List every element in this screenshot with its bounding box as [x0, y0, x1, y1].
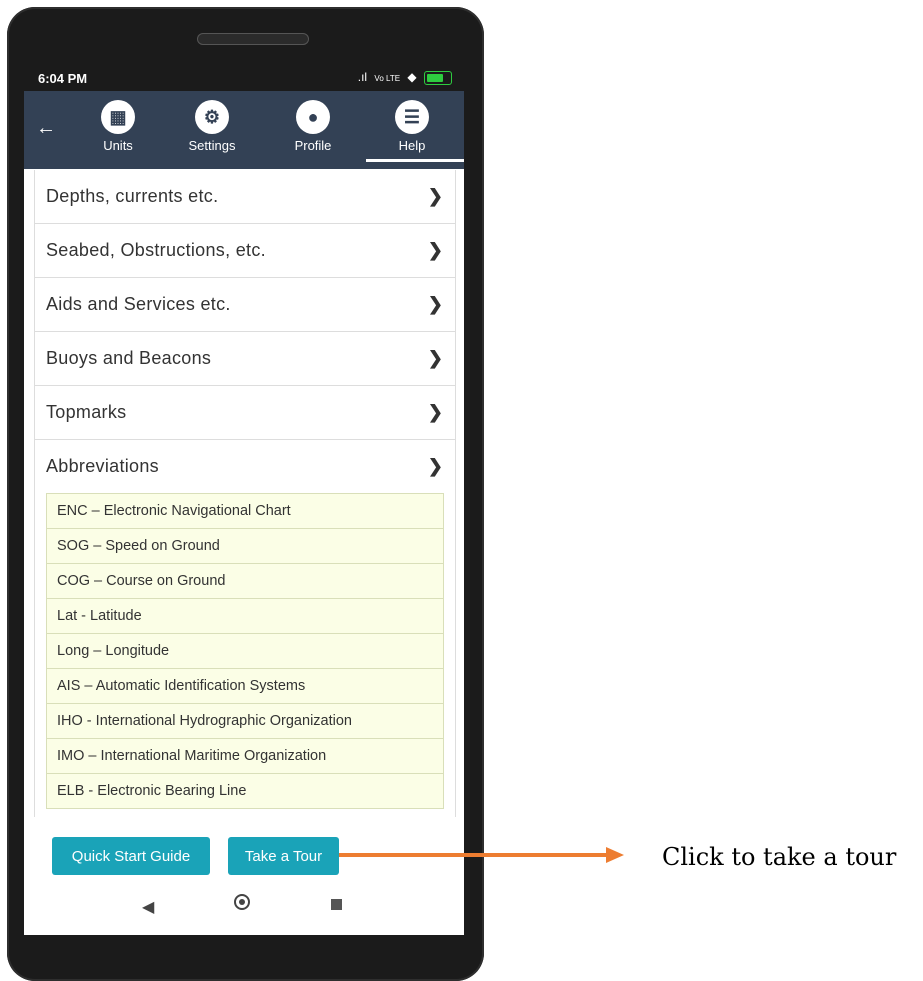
system-recents-icon[interactable]: [331, 899, 342, 910]
section-title: Depths, currents etc.: [46, 186, 219, 206]
list-item: Long – Longitude: [47, 634, 443, 669]
nav-settings[interactable]: ⚙ Settings: [172, 100, 252, 153]
annotation-callout: Click to take a tour: [662, 843, 897, 871]
phone-speaker: [197, 33, 309, 45]
annotation-arrow-line: [339, 853, 608, 857]
network-icon: Vo LTE: [374, 74, 401, 83]
section-depths[interactable]: Depths, currents etc. ❯: [35, 170, 455, 224]
nav-units-label: Units: [103, 138, 133, 153]
chart-icon: ▦: [101, 100, 135, 134]
chevron-right-icon: ❯: [427, 294, 443, 314]
section-title: Aids and Services etc.: [46, 294, 231, 314]
status-time: 6:04 PM: [38, 71, 88, 86]
system-home-icon[interactable]: [234, 894, 250, 910]
list-item: ELB - Electronic Bearing Line: [57, 783, 247, 799]
chevron-right-icon: ❯: [427, 456, 443, 476]
section-abbreviations[interactable]: Abbreviations ❯: [35, 440, 455, 493]
list-item: AIS – Automatic Identification Systems: [47, 669, 443, 704]
top-navbar: ← ▦ Units ⚙ Settings ● Profile ☰ Help: [24, 91, 464, 169]
section-title: Topmarks: [46, 402, 127, 422]
chevron-right-icon: ❯: [427, 240, 443, 260]
wifi-icon: ◆: [407, 70, 417, 84]
system-nav-bar: ◀: [24, 881, 464, 935]
section-title: Seabed, Obstructions, etc.: [46, 240, 266, 260]
quick-start-guide-button[interactable]: Quick Start Guide: [52, 837, 210, 875]
active-tab-indicator: [366, 159, 464, 162]
chevron-right-icon: ❯: [427, 186, 443, 206]
help-section-list: Depths, currents etc. ❯ Seabed, Obstruct…: [34, 170, 456, 817]
nav-profile-label: Profile: [294, 138, 332, 153]
section-title: Buoys and Beacons: [46, 348, 212, 368]
signal-icon: .ıl: [357, 70, 368, 84]
chevron-right-icon: ❯: [427, 402, 443, 422]
nav-settings-label: Settings: [188, 138, 236, 153]
nav-profile[interactable]: ● Profile: [273, 100, 353, 153]
list-item: Lat - Latitude: [47, 599, 443, 634]
annotation-arrow-head-icon: [606, 847, 624, 863]
nav-units[interactable]: ▦ Units: [78, 100, 158, 153]
user-icon: ●: [296, 100, 330, 134]
abbreviations-list: ENC – Electronic Navigational Chart SOG …: [46, 493, 444, 809]
back-arrow-icon[interactable]: ←: [36, 117, 56, 140]
section-seabed[interactable]: Seabed, Obstructions, etc. ❯: [35, 224, 455, 278]
system-back-icon[interactable]: ◀: [142, 897, 154, 917]
gear-icon: ⚙: [195, 100, 229, 134]
section-title: Abbreviations: [46, 456, 159, 476]
app-screen: ← ▦ Units ⚙ Settings ● Profile ☰ Help De…: [24, 91, 464, 935]
take-a-tour-button[interactable]: Take a Tour: [228, 837, 339, 875]
list-item: ENC – Electronic Navigational Chart: [47, 494, 443, 529]
status-icons: .ıl Vo LTE ◆: [358, 70, 452, 85]
list-item: COG – Course on Ground: [47, 564, 443, 599]
list-item: IHO - International Hydrographic Organiz…: [47, 704, 443, 739]
list-item: SOG – Speed on Ground: [47, 529, 443, 564]
list-icon: ☰: [395, 100, 429, 134]
battery-icon: [424, 70, 452, 85]
status-bar: 6:04 PM .ıl Vo LTE ◆: [24, 64, 464, 91]
list-item: IMO – International Maritime Organizatio…: [47, 739, 443, 774]
section-topmarks[interactable]: Topmarks ❯: [35, 386, 455, 440]
nav-help[interactable]: ☰ Help: [372, 100, 452, 153]
section-buoys[interactable]: Buoys and Beacons ❯: [35, 332, 455, 386]
chevron-right-icon: ❯: [427, 348, 443, 368]
section-aids[interactable]: Aids and Services etc. ❯: [35, 278, 455, 332]
nav-help-label: Help: [398, 138, 426, 153]
